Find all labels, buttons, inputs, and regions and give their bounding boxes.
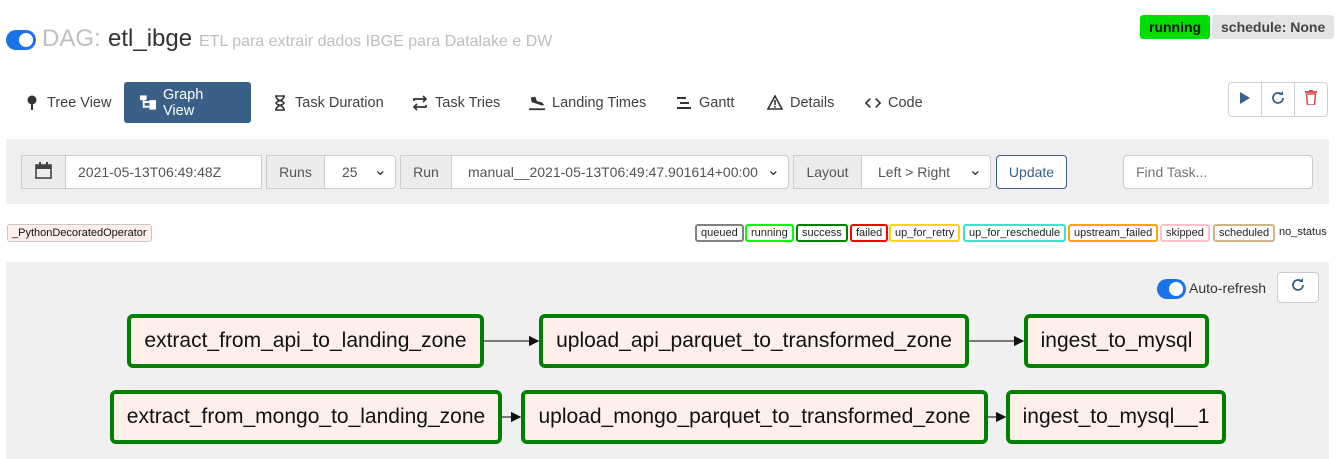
task-node[interactable]: ingest_to_mysql__1 [1006,390,1226,444]
refresh-icon [1291,278,1305,297]
task-node[interactable]: upload_api_parquet_to_transformed_zone [539,314,969,368]
graph-refresh-button[interactable] [1277,272,1319,303]
auto-refresh-toggle[interactable] [1157,279,1186,299]
task-node[interactable]: extract_from_api_to_landing_zone [127,314,484,368]
auto-refresh-label: Auto-refresh [1189,280,1267,296]
task-node[interactable]: upload_mongo_parquet_to_transformed_zone [521,390,988,444]
task-node[interactable]: extract_from_mongo_to_landing_zone [110,390,502,444]
task-node[interactable]: ingest_to_mysql [1024,314,1209,368]
